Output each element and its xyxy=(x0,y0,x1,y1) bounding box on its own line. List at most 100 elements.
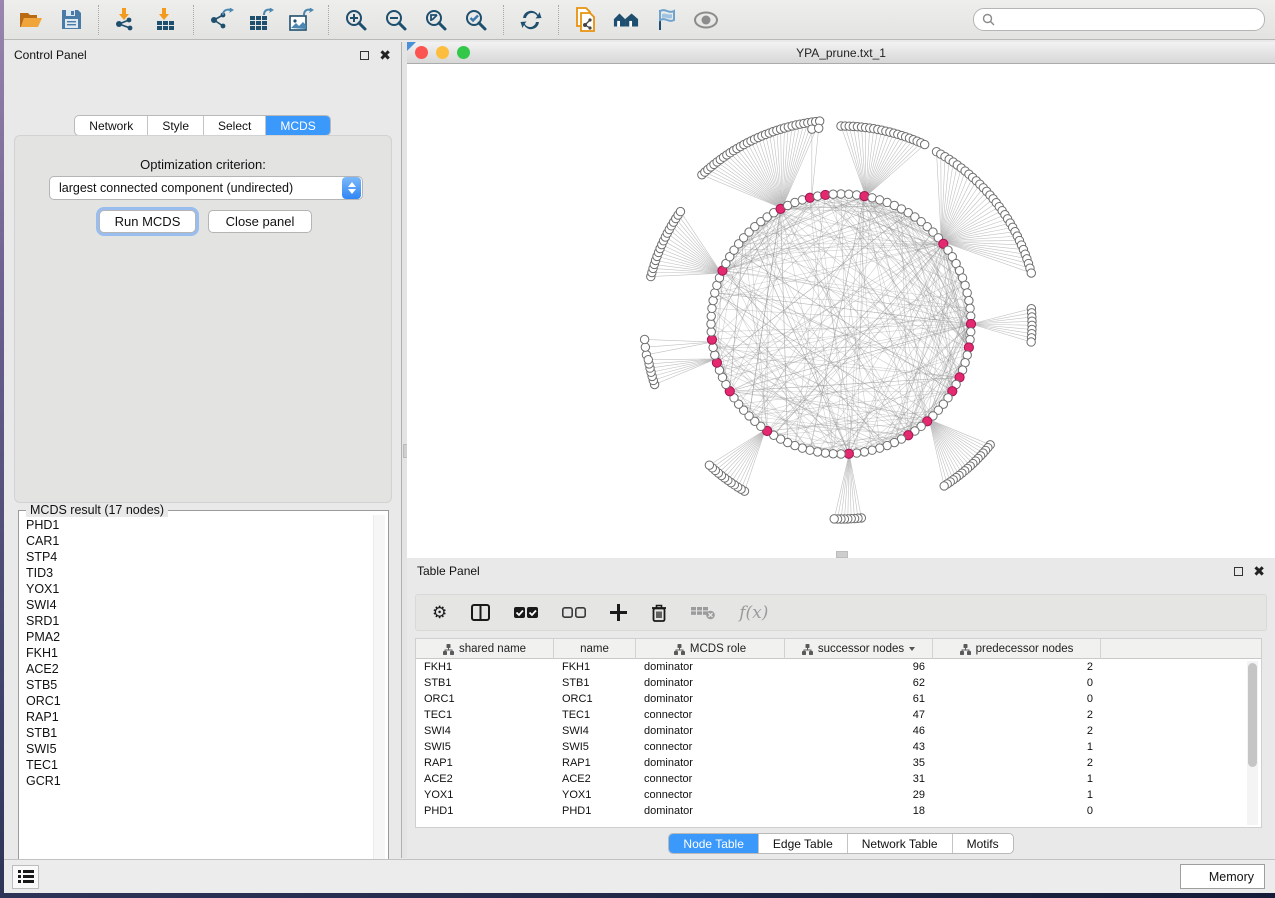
table-row[interactable]: STB1STB1dominator620 xyxy=(416,675,1261,691)
mcds-result-item[interactable]: ACE2 xyxy=(26,661,372,677)
column-header-successor-nodes[interactable]: successor nodes xyxy=(785,639,933,659)
mcds-result-list[interactable]: PHD1CAR1STP4TID3YOX1SWI4SRD1PMA2FKH1ACE2… xyxy=(20,517,372,875)
import-network-icon[interactable] xyxy=(113,7,139,33)
mcds-result-item[interactable]: SWI5 xyxy=(26,741,372,757)
horizontal-splitter-handle[interactable] xyxy=(836,551,848,558)
unselect-all-columns-icon[interactable] xyxy=(562,607,586,619)
zoom-out-icon[interactable] xyxy=(383,7,409,33)
tab-node-table[interactable]: Node Table xyxy=(669,834,758,853)
float-table-panel-icon[interactable] xyxy=(1234,567,1243,576)
column-settings-icon[interactable]: ⚙ xyxy=(432,604,447,621)
column-header-MCDS-role[interactable]: MCDS role xyxy=(636,639,785,659)
network-node[interactable] xyxy=(709,296,717,304)
close-table-panel-icon[interactable]: ✖ xyxy=(1253,564,1265,578)
table-row[interactable]: SWI5SWI5connector431 xyxy=(416,739,1261,755)
table-row[interactable]: PHD1PHD1dominator180 xyxy=(416,803,1261,819)
zoom-fit-icon[interactable] xyxy=(423,7,449,33)
tab-network[interactable]: Network xyxy=(75,116,147,135)
tab-motifs[interactable]: Motifs xyxy=(952,834,1013,853)
network-node[interactable] xyxy=(707,312,715,320)
split-panel-icon[interactable] xyxy=(471,604,490,621)
table-row[interactable]: SWI4SWI4dominator462 xyxy=(416,723,1261,739)
export-table-icon[interactable] xyxy=(248,7,274,33)
network-node[interactable] xyxy=(965,296,973,304)
export-image-icon[interactable] xyxy=(288,7,314,33)
open-file-icon[interactable] xyxy=(18,7,44,33)
network-node[interactable] xyxy=(707,320,715,328)
tab-edge-table[interactable]: Edge Table xyxy=(758,834,847,853)
cybrowser-icon[interactable] xyxy=(613,7,639,33)
tab-network-table[interactable]: Network Table xyxy=(847,834,952,853)
network-node[interactable] xyxy=(813,448,821,456)
export-network-icon[interactable] xyxy=(208,7,234,33)
mcds-result-item[interactable]: SRD1 xyxy=(26,613,372,629)
delete-column-icon[interactable] xyxy=(651,604,667,622)
network-node[interactable] xyxy=(860,448,868,456)
mcds-result-item[interactable]: YOX1 xyxy=(26,581,372,597)
network-node[interactable] xyxy=(967,328,975,336)
network-node[interactable] xyxy=(829,450,837,458)
refresh-icon[interactable] xyxy=(518,7,544,33)
global-search-box[interactable] xyxy=(973,8,1265,31)
save-session-icon[interactable] xyxy=(58,7,84,33)
network-node[interactable] xyxy=(837,190,845,198)
close-panel-icon[interactable]: ✖ xyxy=(379,48,391,62)
table-scrollbar[interactable] xyxy=(1247,661,1258,825)
float-panel-icon[interactable] xyxy=(360,51,369,60)
tab-select[interactable]: Select xyxy=(203,116,265,135)
mcds-result-item[interactable]: STB1 xyxy=(26,725,372,741)
network-node[interactable] xyxy=(868,446,876,454)
network-node[interactable] xyxy=(963,289,971,297)
network-node[interactable] xyxy=(707,328,715,336)
table-row[interactable]: RAP1RAP1dominator352 xyxy=(416,755,1261,771)
column-header-shared-name[interactable]: shared name xyxy=(416,639,554,659)
select-all-columns-icon[interactable] xyxy=(514,607,538,619)
network-node[interactable] xyxy=(708,304,716,312)
search-input[interactable] xyxy=(1000,13,1256,27)
network-canvas[interactable] xyxy=(407,64,1275,558)
table-row[interactable]: YOX1YOX1connector291 xyxy=(416,787,1261,803)
close-panel-button[interactable]: Close panel xyxy=(208,210,312,233)
memory-button[interactable]: Memory xyxy=(1180,864,1265,889)
clone-network-icon[interactable] xyxy=(573,7,599,33)
import-table-icon[interactable] xyxy=(153,7,179,33)
mcds-result-item[interactable]: GCR1 xyxy=(26,773,372,789)
mcds-result-item[interactable]: PMA2 xyxy=(26,629,372,645)
network-node[interactable] xyxy=(966,304,974,312)
mcds-hub-node[interactable] xyxy=(860,192,869,201)
network-node[interactable] xyxy=(837,450,845,458)
mcds-result-item[interactable]: STP4 xyxy=(26,549,372,565)
mcds-result-item[interactable]: TEC1 xyxy=(26,757,372,773)
network-node[interactable] xyxy=(829,190,837,198)
network-node[interactable] xyxy=(821,449,829,457)
column-header-predecessor-nodes[interactable]: predecessor nodes xyxy=(933,639,1101,659)
vizmapper-icon[interactable] xyxy=(653,7,679,33)
zoom-selected-icon[interactable] xyxy=(463,7,489,33)
criterion-dropdown[interactable]: largest connected component (undirected) xyxy=(49,176,363,200)
table-row[interactable]: ACE2ACE2connector311 xyxy=(416,771,1261,787)
task-history-button[interactable] xyxy=(12,865,39,889)
mcds-hub-node[interactable] xyxy=(964,343,973,352)
mcds-result-item[interactable]: STB5 xyxy=(26,677,372,693)
mcds-hub-node[interactable] xyxy=(805,193,814,202)
scrollbar-thumb[interactable] xyxy=(1248,663,1257,767)
tab-style[interactable]: Style xyxy=(147,116,203,135)
table-row[interactable]: FKH1FKH1dominator962 xyxy=(416,659,1261,675)
mcds-result-item[interactable]: CAR1 xyxy=(26,533,372,549)
network-node[interactable] xyxy=(711,351,719,359)
mcds-result-item[interactable]: FKH1 xyxy=(26,645,372,661)
run-mcds-button[interactable]: Run MCDS xyxy=(99,210,196,233)
column-header-name[interactable]: name xyxy=(554,639,636,659)
mcds-result-item[interactable]: RAP1 xyxy=(26,709,372,725)
mcds-result-item[interactable]: PHD1 xyxy=(26,517,372,533)
mcds-list-scrollbar[interactable] xyxy=(373,515,385,875)
table-row[interactable]: TEC1TEC1connector472 xyxy=(416,707,1261,723)
tab-mcds[interactable]: MCDS xyxy=(265,116,329,135)
table-row[interactable]: ORC1ORC1dominator610 xyxy=(416,691,1261,707)
mcds-result-item[interactable]: TID3 xyxy=(26,565,372,581)
add-column-icon[interactable] xyxy=(610,604,627,621)
mcds-result-item[interactable]: SWI4 xyxy=(26,597,372,613)
zoom-in-icon[interactable] xyxy=(343,7,369,33)
show-graphics-icon[interactable] xyxy=(693,7,719,33)
mcds-result-item[interactable]: ORC1 xyxy=(26,693,372,709)
